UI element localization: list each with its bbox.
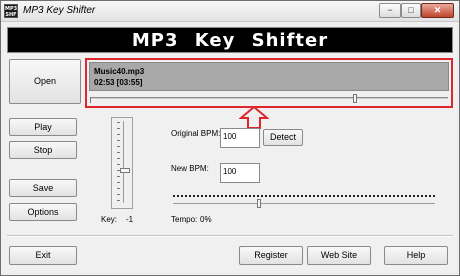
- options-button[interactable]: Options: [9, 203, 77, 221]
- close-button[interactable]: ✕: [421, 3, 454, 18]
- save-button[interactable]: Save: [9, 179, 77, 197]
- original-bpm-label: Original BPM:: [171, 129, 221, 138]
- track-filename: Music40.mp3: [94, 67, 145, 76]
- maximize-button[interactable]: □: [401, 3, 421, 18]
- minimize-button[interactable]: −: [379, 3, 401, 18]
- new-bpm-label: New BPM:: [171, 164, 209, 173]
- up-arrow-icon: [239, 106, 269, 129]
- stop-button[interactable]: Stop: [9, 141, 77, 159]
- seek-slider-thumb[interactable]: [353, 94, 358, 103]
- key-label: Key:: [101, 215, 118, 224]
- app-logo-icon: MP3 SHF: [4, 4, 18, 18]
- track-info-panel: Music40.mp3 02:53 [03:55]: [89, 62, 449, 91]
- detect-button[interactable]: Detect: [263, 129, 303, 146]
- app-window: MP3 SHF MP3 Key Shifter − □ ✕ MP3 Key Sh…: [0, 0, 460, 276]
- original-bpm-field[interactable]: 100: [220, 128, 260, 148]
- title-bar[interactable]: MP3 SHF MP3 Key Shifter − □ ✕: [1, 1, 459, 22]
- app-banner: MP3 Key Shifter: [7, 27, 453, 53]
- window-title: MP3 Key Shifter: [23, 5, 96, 16]
- footer-separator: [7, 235, 453, 237]
- key-value: -1: [126, 215, 134, 224]
- key-slider-ticks: [117, 122, 120, 204]
- play-button[interactable]: Play: [9, 118, 77, 136]
- key-slider[interactable]: [111, 117, 133, 209]
- tempo-value: 0%: [200, 215, 212, 224]
- help-button[interactable]: Help: [384, 246, 448, 265]
- key-slider-thumb[interactable]: [120, 168, 130, 173]
- tempo-slider-ticks: [173, 195, 435, 197]
- track-panel-highlight: Music40.mp3 02:53 [03:55]: [85, 58, 453, 108]
- new-bpm-field[interactable]: 100: [220, 163, 260, 183]
- track-time: 02:53 [03:55]: [94, 78, 143, 87]
- website-button[interactable]: Web Site: [307, 246, 371, 265]
- exit-button[interactable]: Exit: [9, 246, 77, 265]
- tempo-slider-thumb[interactable]: [257, 199, 261, 208]
- register-button[interactable]: Register: [239, 246, 303, 265]
- tempo-slider-track[interactable]: [173, 203, 435, 204]
- seek-slider-track[interactable]: [90, 97, 448, 99]
- seek-slider-start-tick: [90, 97, 91, 103]
- open-button[interactable]: Open: [9, 59, 81, 104]
- key-slider-rail: [123, 121, 124, 203]
- tempo-label: Tempo:: [171, 215, 198, 224]
